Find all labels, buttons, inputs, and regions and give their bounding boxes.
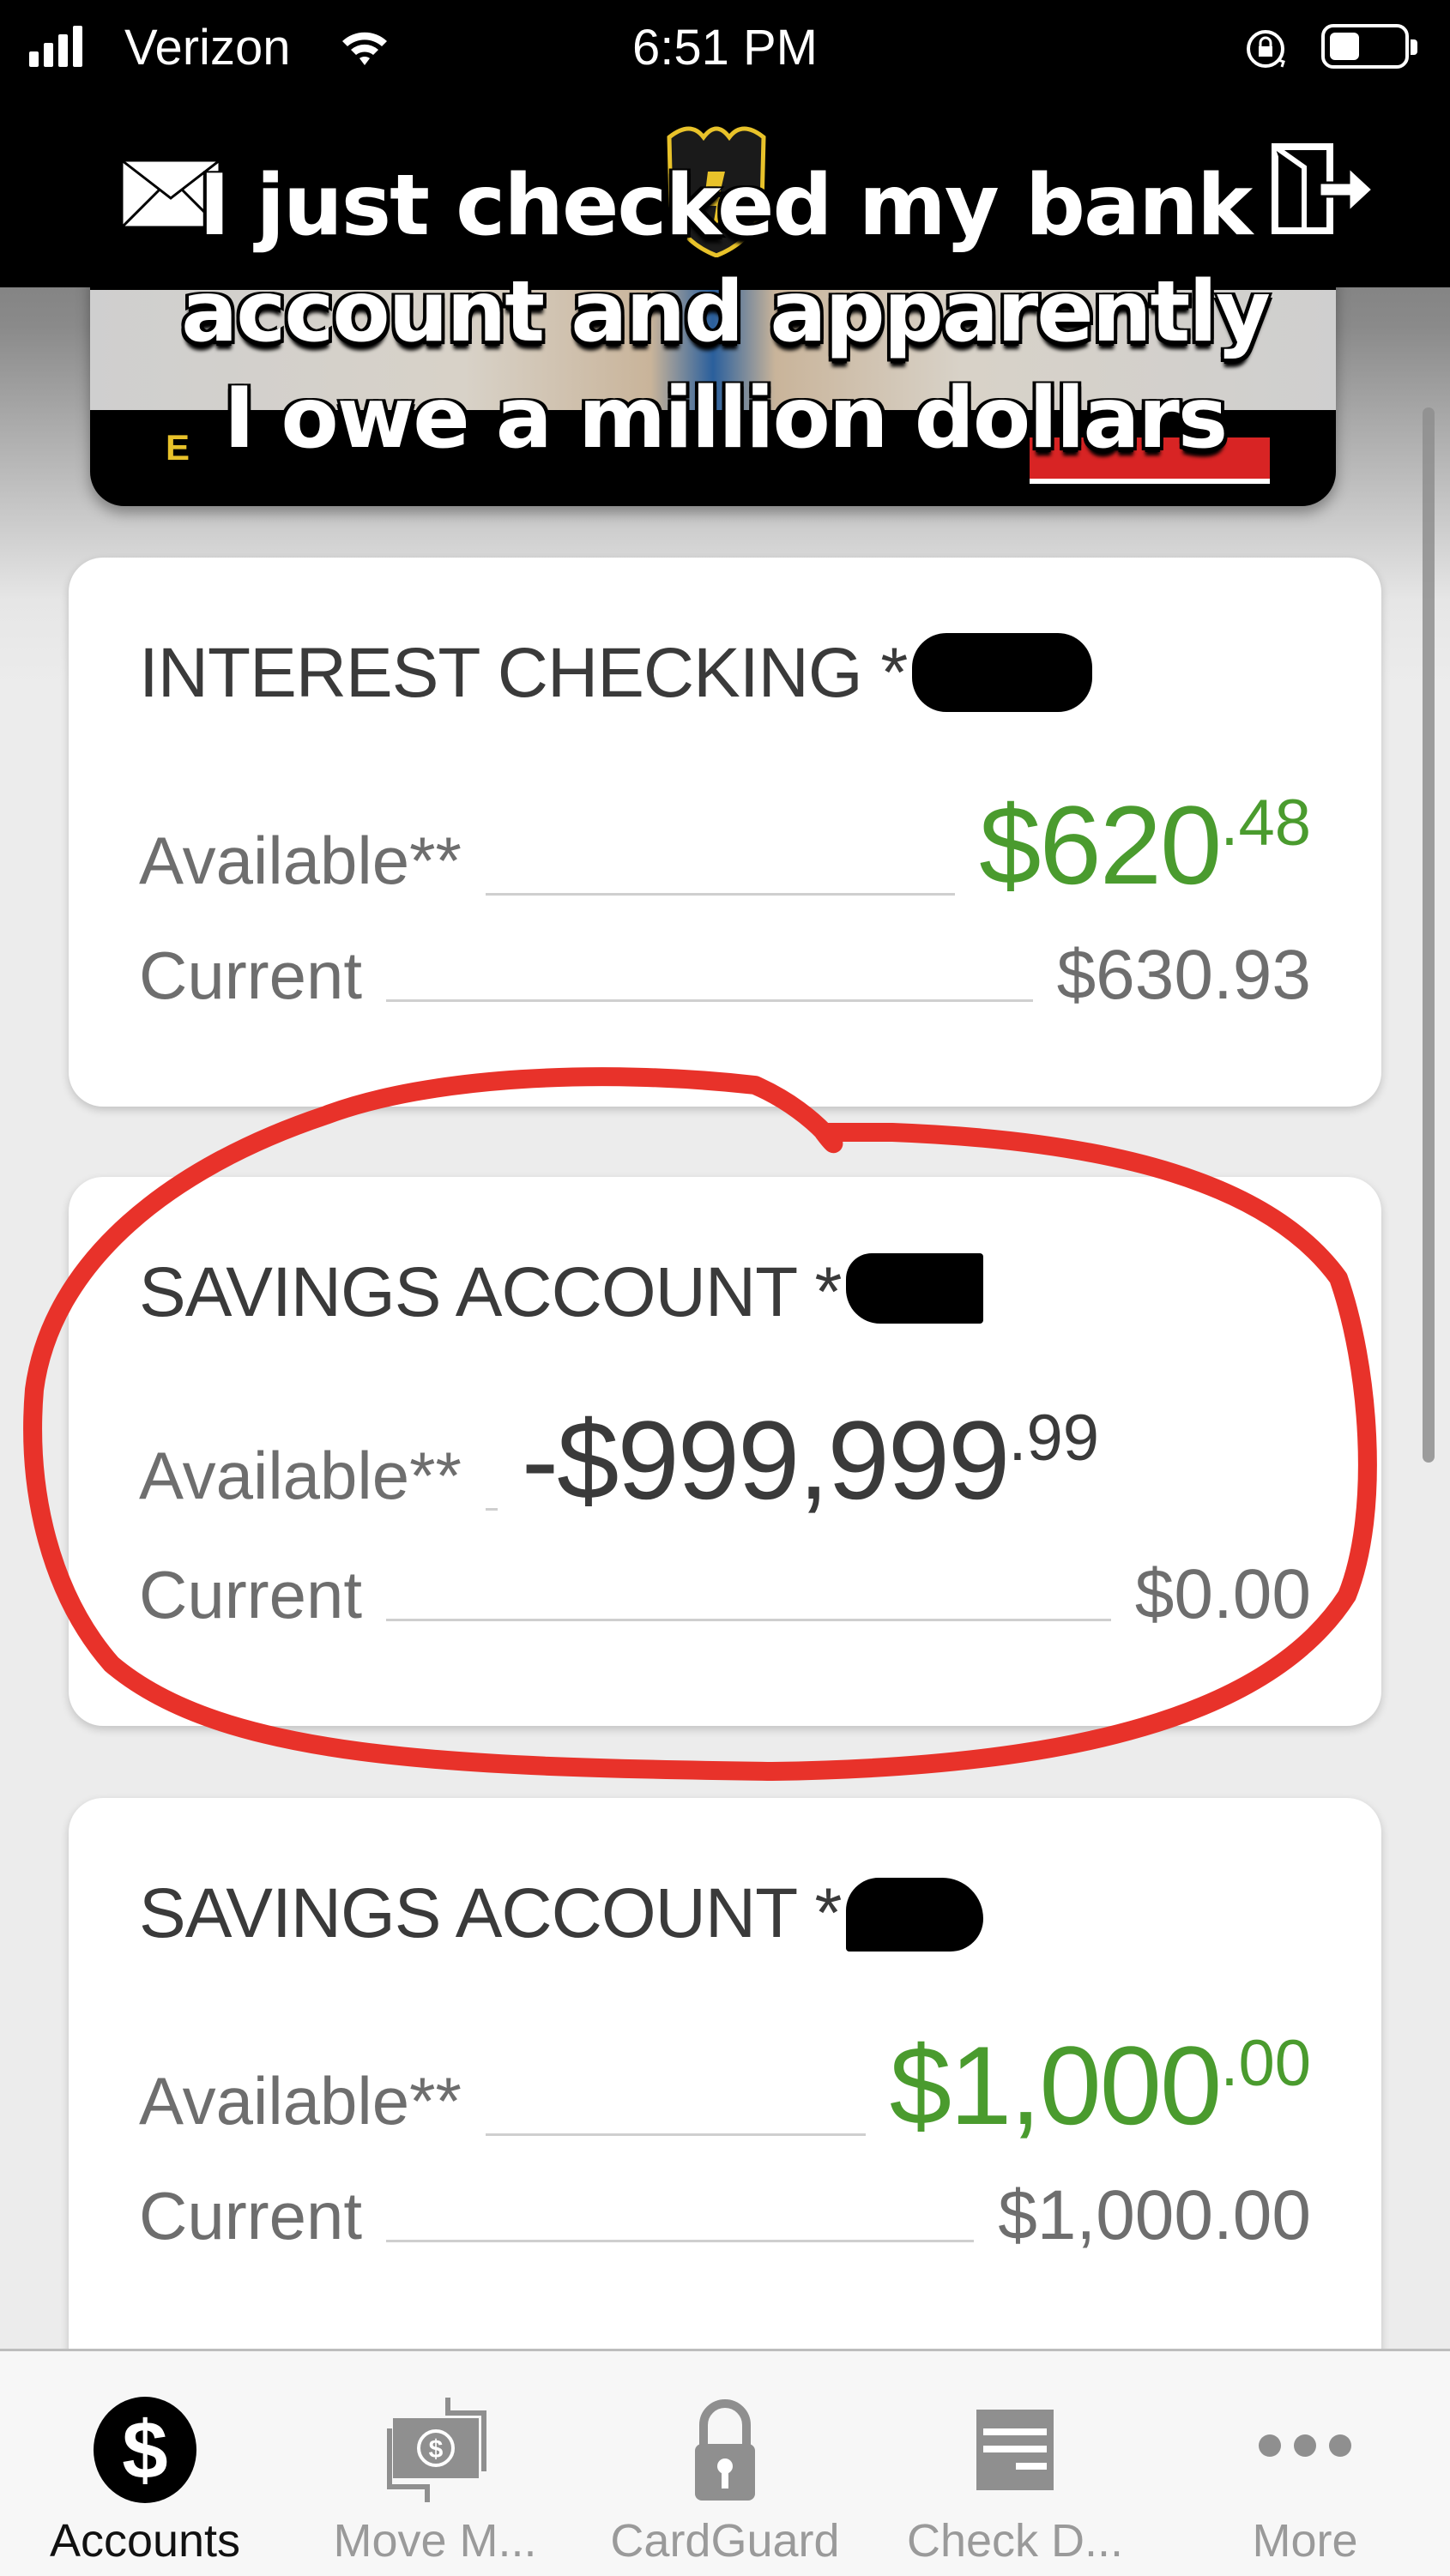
tab-accounts[interactable]: $ Accounts [0, 2351, 290, 2576]
tab-label: CardGuard [610, 2515, 840, 2567]
leader-line [386, 1618, 1111, 1621]
tab-label: More [1252, 2515, 1358, 2567]
account-card-interest-checking[interactable]: INTEREST CHECKING * Available** $620.48 … [69, 558, 1381, 1107]
meme-caption: I just checked my bank account and appar… [0, 153, 1450, 472]
padlock-icon [695, 2399, 755, 2501]
account-card-savings-1[interactable]: SAVINGS ACCOUNT * Available** -$999,999.… [69, 1177, 1381, 1726]
redacted-account-number [912, 633, 1093, 713]
tab-move-money[interactable]: $ Move M... [290, 2351, 580, 2576]
account-title: SAVINGS ACCOUNT * [139, 1252, 984, 1333]
tab-check-deposit[interactable]: Check D... [870, 2351, 1160, 2576]
leader-line [485, 2133, 866, 2136]
available-row: Available** $620.48 [139, 781, 1311, 909]
account-name: INTEREST CHECKING [139, 634, 863, 712]
caption-line-2: account and apparently [181, 263, 1271, 361]
account-mask: * [814, 1874, 842, 1952]
caption-line-1: I just checked my bank [198, 157, 1253, 255]
redacted-account-number [846, 1253, 984, 1324]
battery-icon [1321, 24, 1417, 69]
bottom-tab-bar: $ Accounts $ Move M... CardGuard Check D… [0, 2349, 1450, 2576]
available-balance: $620.48 [979, 782, 1311, 908]
available-label: Available** [139, 2063, 462, 2139]
svg-text:$: $ [122, 2404, 167, 2496]
available-label: Available** [139, 1438, 462, 1513]
leader-line [485, 892, 956, 896]
leader-line [386, 2239, 975, 2242]
current-balance: $0.00 [1134, 1555, 1311, 1633]
current-label: Current [139, 2178, 363, 2253]
tab-label: Accounts [49, 2515, 241, 2567]
available-balance: -$999,999.99 [521, 1397, 1100, 1523]
tab-cardguard[interactable]: CardGuard [580, 2351, 870, 2576]
current-label: Current [139, 1557, 363, 1632]
account-title: SAVINGS ACCOUNT * [139, 1873, 984, 1955]
account-name: SAVINGS ACCOUNT [139, 1253, 797, 1331]
scrollbar[interactable] [1423, 407, 1435, 1463]
leader-line [386, 998, 1033, 1002]
current-label: Current [139, 938, 363, 1013]
account-mask: * [880, 634, 908, 712]
check-deposit-icon [976, 2410, 1054, 2490]
redacted-account-number [846, 1878, 984, 1952]
available-label: Available** [139, 823, 462, 898]
available-row: Available** -$999,999.99 [139, 1396, 1311, 1524]
account-name: SAVINGS ACCOUNT [139, 1874, 797, 1952]
account-card-savings-2[interactable]: SAVINGS ACCOUNT * Available** $1,000.00 … [69, 1798, 1381, 2398]
money-transfer-icon: $ [387, 2398, 486, 2502]
caption-line-3: I owe a million dollars [223, 370, 1228, 468]
leader-line [485, 1507, 498, 1511]
dollar-circle-icon: $ [94, 2397, 196, 2503]
current-row: Current $0.00 [139, 1554, 1311, 1635]
current-balance: $630.93 [1056, 936, 1311, 1014]
available-balance: $1,000.00 [889, 2023, 1311, 2148]
current-row: Current $1,000.00 [139, 2175, 1311, 2256]
svg-text:$: $ [429, 2435, 444, 2464]
tab-label: Move M... [333, 2515, 537, 2567]
orientation-lock-icon [1247, 30, 1285, 68]
status-bar: Verizon 6:51 PM [0, 0, 1450, 94]
clock: 6:51 PM [632, 20, 818, 75]
account-title: INTEREST CHECKING * [139, 633, 1093, 717]
tab-more[interactable]: More [1160, 2351, 1450, 2576]
more-dots-icon [1259, 2434, 1351, 2457]
account-mask: * [814, 1253, 842, 1331]
available-row: Available** $1,000.00 [139, 2021, 1311, 2150]
current-row: Current $630.93 [139, 935, 1311, 1016]
current-balance: $1,000.00 [998, 2176, 1311, 2254]
tab-label: Check D... [906, 2515, 1124, 2567]
